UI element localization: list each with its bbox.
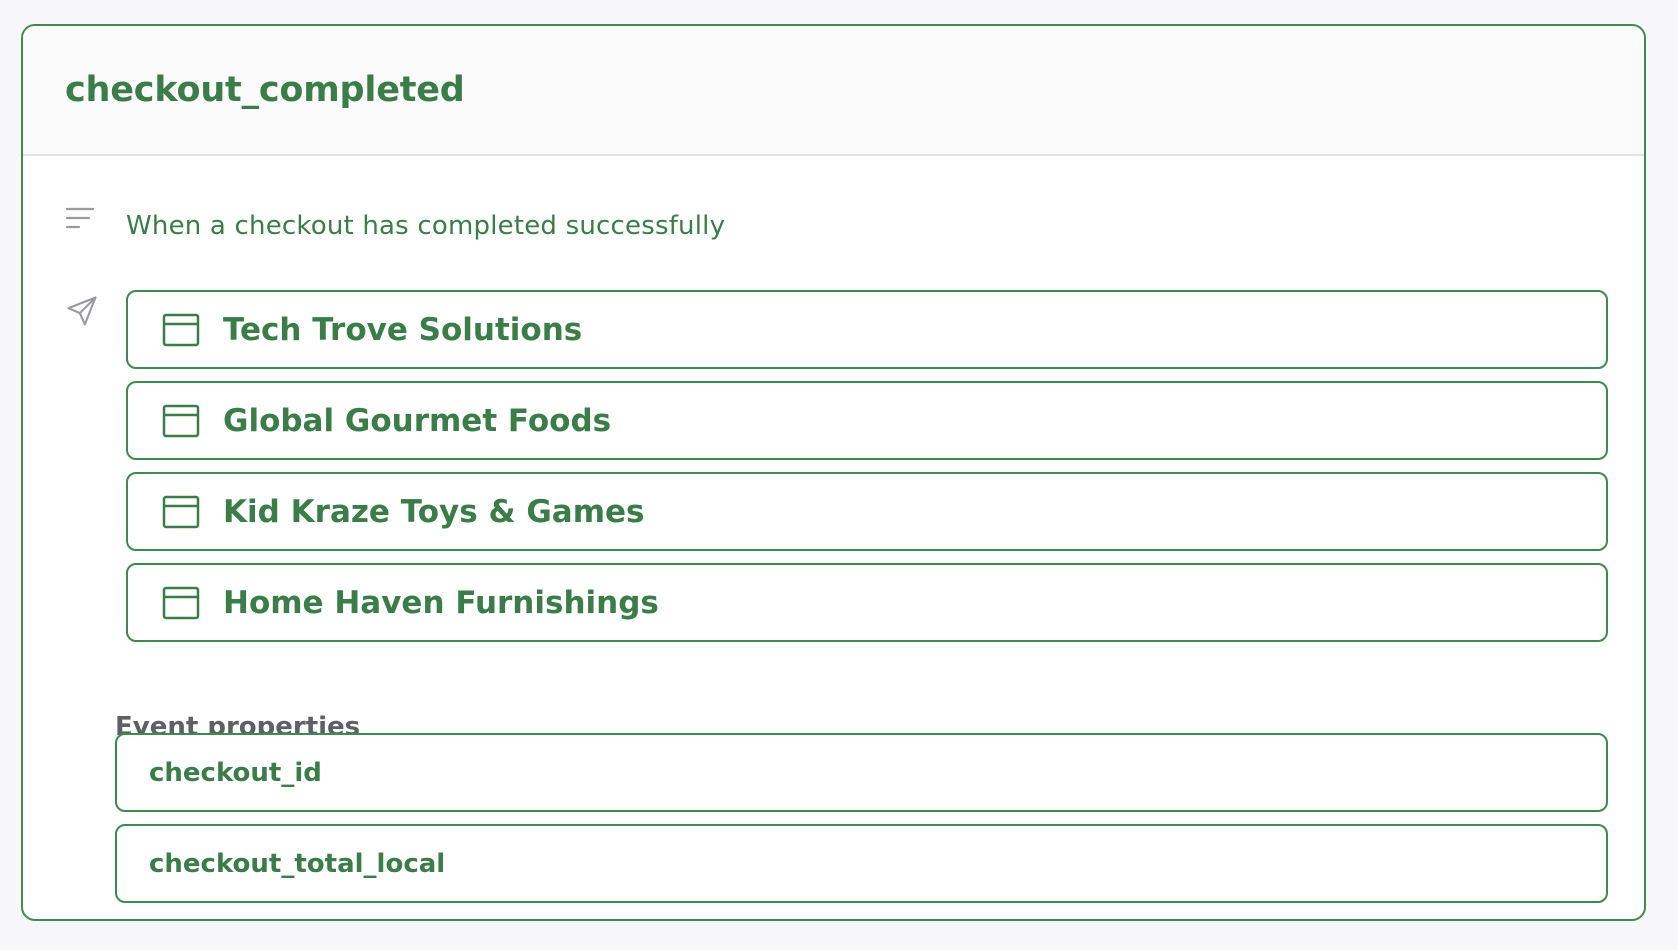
event-card: checkout_completed When a checkout has c… <box>21 24 1646 921</box>
event-header: checkout_completed <box>23 26 1644 156</box>
destination-name: Kid Kraze Toys & Games <box>223 493 645 530</box>
property-name: checkout_id <box>149 757 322 788</box>
destination-name: Global Gourmet Foods <box>223 402 612 439</box>
window-icon <box>162 404 200 438</box>
window-icon <box>162 495 200 529</box>
event-description: When a checkout has completed successful… <box>126 211 726 241</box>
destination-item[interactable]: Tech Trove Solutions <box>126 290 1608 369</box>
event-title: checkout_completed <box>65 70 465 110</box>
send-icon <box>65 294 99 332</box>
destination-item[interactable]: Home Haven Furnishings <box>126 563 1608 642</box>
property-item[interactable]: checkout_id <box>115 733 1608 812</box>
window-icon <box>162 586 200 620</box>
destination-name: Home Haven Furnishings <box>223 584 659 621</box>
event-properties-list: checkout_id checkout_total_local <box>115 733 1608 915</box>
property-name: checkout_total_local <box>149 848 446 879</box>
lines-icon <box>65 206 95 236</box>
property-item[interactable]: checkout_total_local <box>115 824 1608 903</box>
destination-list: Tech Trove Solutions Global Gourmet Food… <box>126 290 1608 654</box>
window-icon <box>162 313 200 347</box>
destination-item[interactable]: Kid Kraze Toys & Games <box>126 472 1608 551</box>
destination-item[interactable]: Global Gourmet Foods <box>126 381 1608 460</box>
destination-name: Tech Trove Solutions <box>223 311 583 348</box>
